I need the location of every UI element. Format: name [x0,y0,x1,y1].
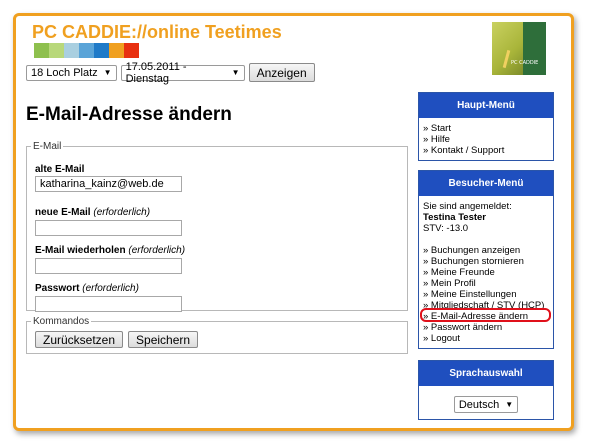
swatch-5 [94,43,109,58]
new-email-field[interactable] [35,220,182,236]
swatch-1 [34,43,49,58]
visitor-menu-item-logout[interactable]: » Logout [423,333,549,344]
swatch-3 [64,43,79,58]
new-email-label: neue E-Mail (erforderlich) [35,207,151,218]
visitor-menu-item-profile[interactable]: » Mein Profil [423,278,549,289]
main-menu-item-contact[interactable]: » Kontakt / Support [423,145,549,156]
language-select-value: Deutsch [458,398,500,411]
course-select[interactable]: 18 Loch Platz ▼ [26,64,117,81]
color-swatches [34,43,139,58]
email-fieldset: E-Mail alte E-Mail katharina_kainz@web.d… [26,141,408,312]
chevron-down-icon: ▼ [231,68,240,77]
main-menu-panel: Haupt-Menü » Start » Hilfe » Kontakt / S… [418,92,554,161]
visitor-menu-item-change-password[interactable]: » Passwort ändern [423,322,549,333]
course-select-value: 18 Loch Platz [31,66,98,79]
logged-in-label: Sie sind angemeldet: [423,201,512,212]
password-label: Passwort (erforderlich) [35,283,139,294]
reset-button[interactable]: Zurücksetzen [35,331,124,348]
chevron-down-icon: ▼ [505,400,514,409]
swatch-2 [49,43,64,58]
language-select[interactable]: Deutsch ▼ [453,396,519,413]
date-select[interactable]: 17.05.2011 - Dienstag ▼ [120,61,245,85]
visitor-menu-item-settings[interactable]: » Meine Einstellungen [423,289,549,300]
visitor-menu-panel: Besucher-Menü Sie sind angemeldet: Testi… [418,170,554,349]
repeat-email-hint: (erforderlich) [128,245,186,256]
main-menu-item-start[interactable]: » Start [423,123,549,134]
commands-fieldset: Kommandos Zurücksetzen Speichern [26,316,408,354]
save-button[interactable]: Speichern [128,331,199,348]
main-menu-item-help[interactable]: » Hilfe [423,134,549,145]
page-title: E-Mail-Adresse ändern [26,104,232,125]
main-menu-title: Haupt-Menü [419,93,553,118]
visitor-menu-title: Besucher-Menü [419,171,553,196]
old-email-field[interactable]: katharina_kainz@web.de [35,176,182,192]
visitor-menu-item-cancel-bookings[interactable]: » Buchungen stornieren [423,256,549,267]
new-email-hint: (erforderlich) [93,207,151,218]
password-hint: (erforderlich) [82,283,139,294]
language-title: Sprachauswahl [419,361,553,386]
user-name: Testina Tester [423,212,487,223]
password-field[interactable] [35,296,182,312]
date-controls: 18 Loch Platz ▼ 17.05.2011 - Dienstag ▼ … [26,61,315,85]
old-email-label: alte E-Mail [35,164,85,175]
command-buttons: Zurücksetzen Speichern [35,331,199,348]
repeat-email-field[interactable] [35,258,182,274]
date-select-value: 17.05.2011 - Dienstag [125,60,187,85]
chevron-down-icon: ▼ [103,68,112,77]
repeat-email-label: E-Mail wiederholen (erforderlich) [35,245,186,256]
commands-legend: Kommandos [33,316,90,327]
email-legend: E-Mail [33,141,62,152]
swatch-7 [124,43,139,58]
page-frame: PC CADDIE://online Teetimes PC CADDIE 18… [13,13,574,431]
site-title: PC CADDIE://online Teetimes [32,22,282,42]
visitor-menu-item-bookings[interactable]: » Buchungen anzeigen [423,245,549,256]
swatch-6 [109,43,124,58]
swatch-4 [79,43,94,58]
pc-caddie-logo: PC CADDIE [492,22,546,75]
highlight-marker [420,308,551,322]
language-panel: Sprachauswahl Deutsch ▼ [418,360,554,420]
visitor-menu-item-friends[interactable]: » Meine Freunde [423,267,549,278]
show-button[interactable]: Anzeigen [248,63,315,82]
handicap-value: STV: -13.0 [423,223,469,234]
